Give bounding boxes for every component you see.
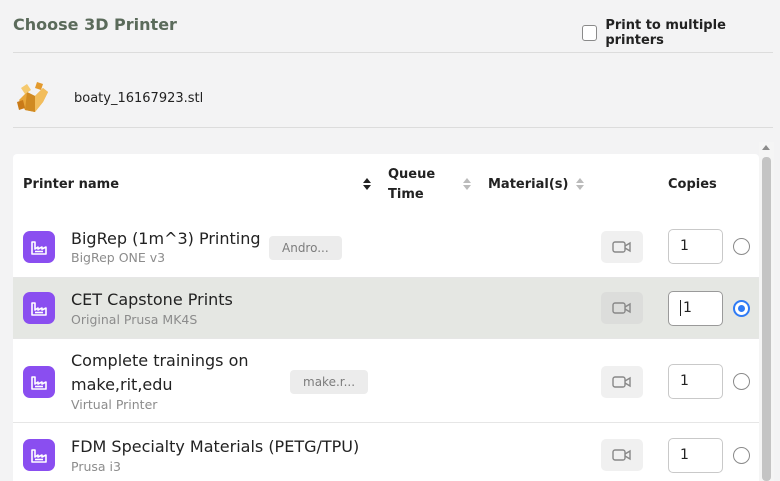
file-name: boaty_16167923.stl [74,90,204,106]
column-queue-time[interactable]: Queue Time [388,165,435,205]
camera-button[interactable] [601,292,643,324]
video-camera-icon [612,449,631,461]
camera-button[interactable] [601,366,643,398]
printer-model: Prusa i3 [71,459,121,474]
divider [13,127,773,128]
copies-value: 1 [683,300,692,316]
column-copies: Copies [668,177,717,192]
sort-active-icon[interactable] [362,176,372,192]
video-camera-icon [612,302,631,314]
printer-factory-icon [23,439,55,471]
scrollbar-thumb[interactable] [762,157,771,481]
printer-row[interactable]: BigRep (1m^3) Printing BigRep ONE v3 And… [13,216,759,278]
dialog-title: Choose 3D Printer [13,15,177,34]
printer-table: Printer name Queue Time Material(s) Copi… [13,154,759,481]
text-caret [680,300,681,316]
printer-name: FDM Specialty Materials (PETG/TPU) [71,437,360,456]
video-camera-icon [612,376,631,388]
copies-input[interactable]: 1 [668,229,723,264]
printer-model: BigRep ONE v3 [71,250,166,265]
printer-tag: make.r... [290,370,369,394]
printer-model: Virtual Printer [71,397,158,412]
printer-name-line2: make,rit,edu [71,375,173,394]
printer-model: Original Prusa MK4S [71,312,198,327]
printer-name-line1: Complete trainings on [71,351,249,370]
printer-select-radio[interactable] [733,238,750,255]
printer-factory-icon [23,292,55,324]
boat-model-thumbnail-icon [17,82,48,112]
camera-button[interactable] [601,231,643,263]
printer-select-radio[interactable] [733,373,750,390]
printer-select-radio[interactable] [733,447,750,464]
printer-row[interactable]: Complete trainings on make,rit,edu Virtu… [13,339,759,423]
copies-input[interactable]: 1 [668,438,723,473]
multi-print-label[interactable]: Print to multiple printers [605,18,780,48]
file-info: boaty_16167923.stl [13,78,203,118]
printer-name: BigRep (1m^3) Printing [71,229,261,248]
camera-button[interactable] [601,439,643,471]
printer-tag: Andro... [269,236,342,260]
printer-name: CET Capstone Prints [71,290,233,309]
column-materials[interactable]: Material(s) [488,177,568,192]
column-printer-name[interactable]: Printer name [23,177,119,192]
divider [13,52,773,53]
sort-icon[interactable] [575,176,585,192]
column-queue-time-line1: Queue [388,167,436,182]
printer-row[interactable]: CET Capstone Prints Original Prusa MK4S … [13,278,759,339]
multi-print-checkbox[interactable] [582,25,598,41]
dialog-header: Choose 3D Printer Print to multiple prin… [0,0,780,53]
printer-factory-icon [23,366,55,398]
column-queue-time-line2: Time [388,187,424,202]
copies-input[interactable]: 1 [668,291,723,326]
printer-row[interactable]: FDM Specialty Materials (PETG/TPU) Prusa… [13,423,759,481]
printer-factory-icon [23,231,55,263]
scroll-up-arrow-icon[interactable] [762,145,770,150]
sort-icon[interactable] [462,176,472,192]
copies-input[interactable]: 1 [668,364,723,399]
video-camera-icon [612,241,631,253]
multi-print-option[interactable]: Print to multiple printers [582,18,780,48]
table-header: Printer name Queue Time Material(s) Copi… [13,154,759,216]
printer-select-radio[interactable] [733,300,750,317]
scrollbar[interactable] [759,142,774,481]
